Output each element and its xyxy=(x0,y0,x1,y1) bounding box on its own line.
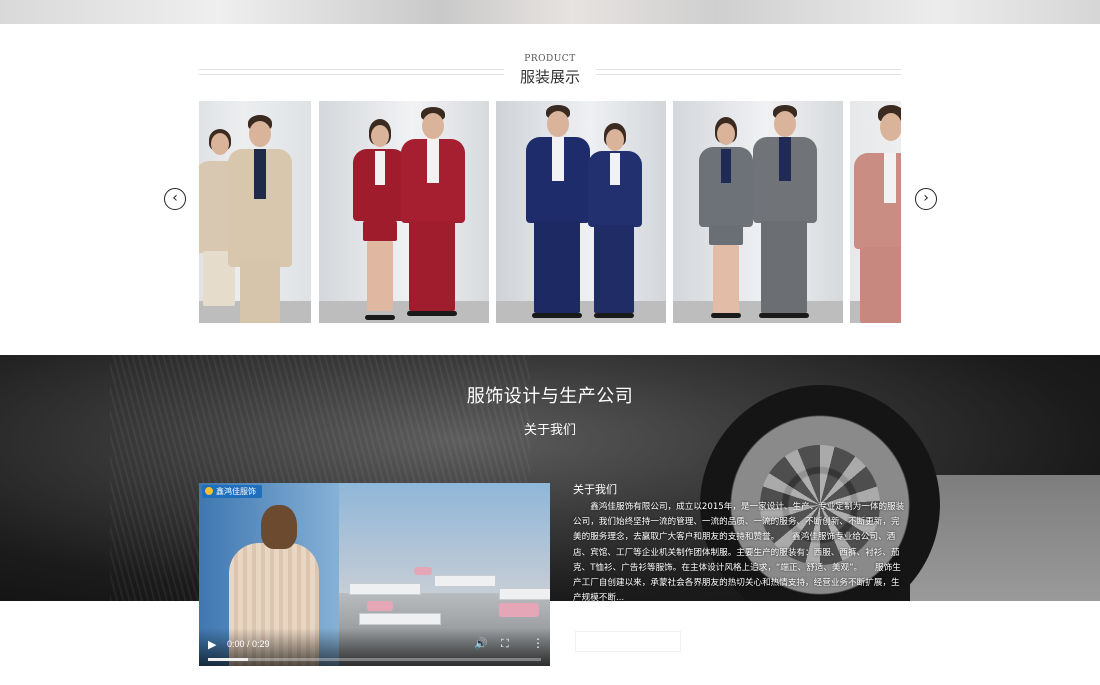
top-banner-strip xyxy=(0,0,1100,24)
product-section-title: 服装展示 xyxy=(519,68,580,86)
video-controls: ▶ 0:00 / 0:29 🔊 ⛶ ⋮ xyxy=(199,628,550,666)
about-more-button[interactable] xyxy=(575,631,681,652)
product-card-grey-suit[interactable] xyxy=(673,101,843,323)
product-section-header: PRODUCT 服装展示 xyxy=(199,52,901,86)
product-card-beige-suit[interactable] xyxy=(199,101,311,323)
product-carousel xyxy=(199,101,901,323)
company-video-player[interactable]: 鑫鸿佳服饰 ▶ 0:00 / 0:29 🔊 ⛶ ⋮ xyxy=(199,483,550,666)
volume-icon[interactable]: 🔊 xyxy=(474,637,488,650)
about-section-subtitle: 关于我们 xyxy=(523,423,576,438)
product-section-subtitle: PRODUCT xyxy=(524,54,576,64)
video-progress-fill xyxy=(208,658,248,661)
more-vertical-icon[interactable]: ⋮ xyxy=(532,636,544,650)
about-heading: 关于我们 xyxy=(573,483,617,496)
chevron-left-icon: ‹ xyxy=(172,190,178,206)
video-progress-bar[interactable] xyxy=(208,658,541,661)
chevron-right-icon: › xyxy=(923,190,929,206)
about-description: 鑫鸿佳服饰有限公司，成立以2015年，是一家设计、生产、专业定制为一体的服装公司… xyxy=(573,502,905,604)
video-time: 0:00 / 0:29 xyxy=(227,639,270,649)
fullscreen-icon[interactable]: ⛶ xyxy=(501,637,509,651)
video-watermark-logo: 鑫鸿佳服饰 xyxy=(202,485,262,498)
product-card-burgundy-suit[interactable] xyxy=(319,101,489,323)
product-card-pink-suit[interactable] xyxy=(850,101,901,323)
play-icon[interactable]: ▶ xyxy=(208,638,216,651)
carousel-next-button[interactable]: › xyxy=(915,188,937,210)
product-card-navy-suit[interactable] xyxy=(496,101,666,323)
about-section-title: 服饰设计与生产公司 xyxy=(466,386,634,407)
carousel-prev-button[interactable]: ‹ xyxy=(164,188,186,210)
